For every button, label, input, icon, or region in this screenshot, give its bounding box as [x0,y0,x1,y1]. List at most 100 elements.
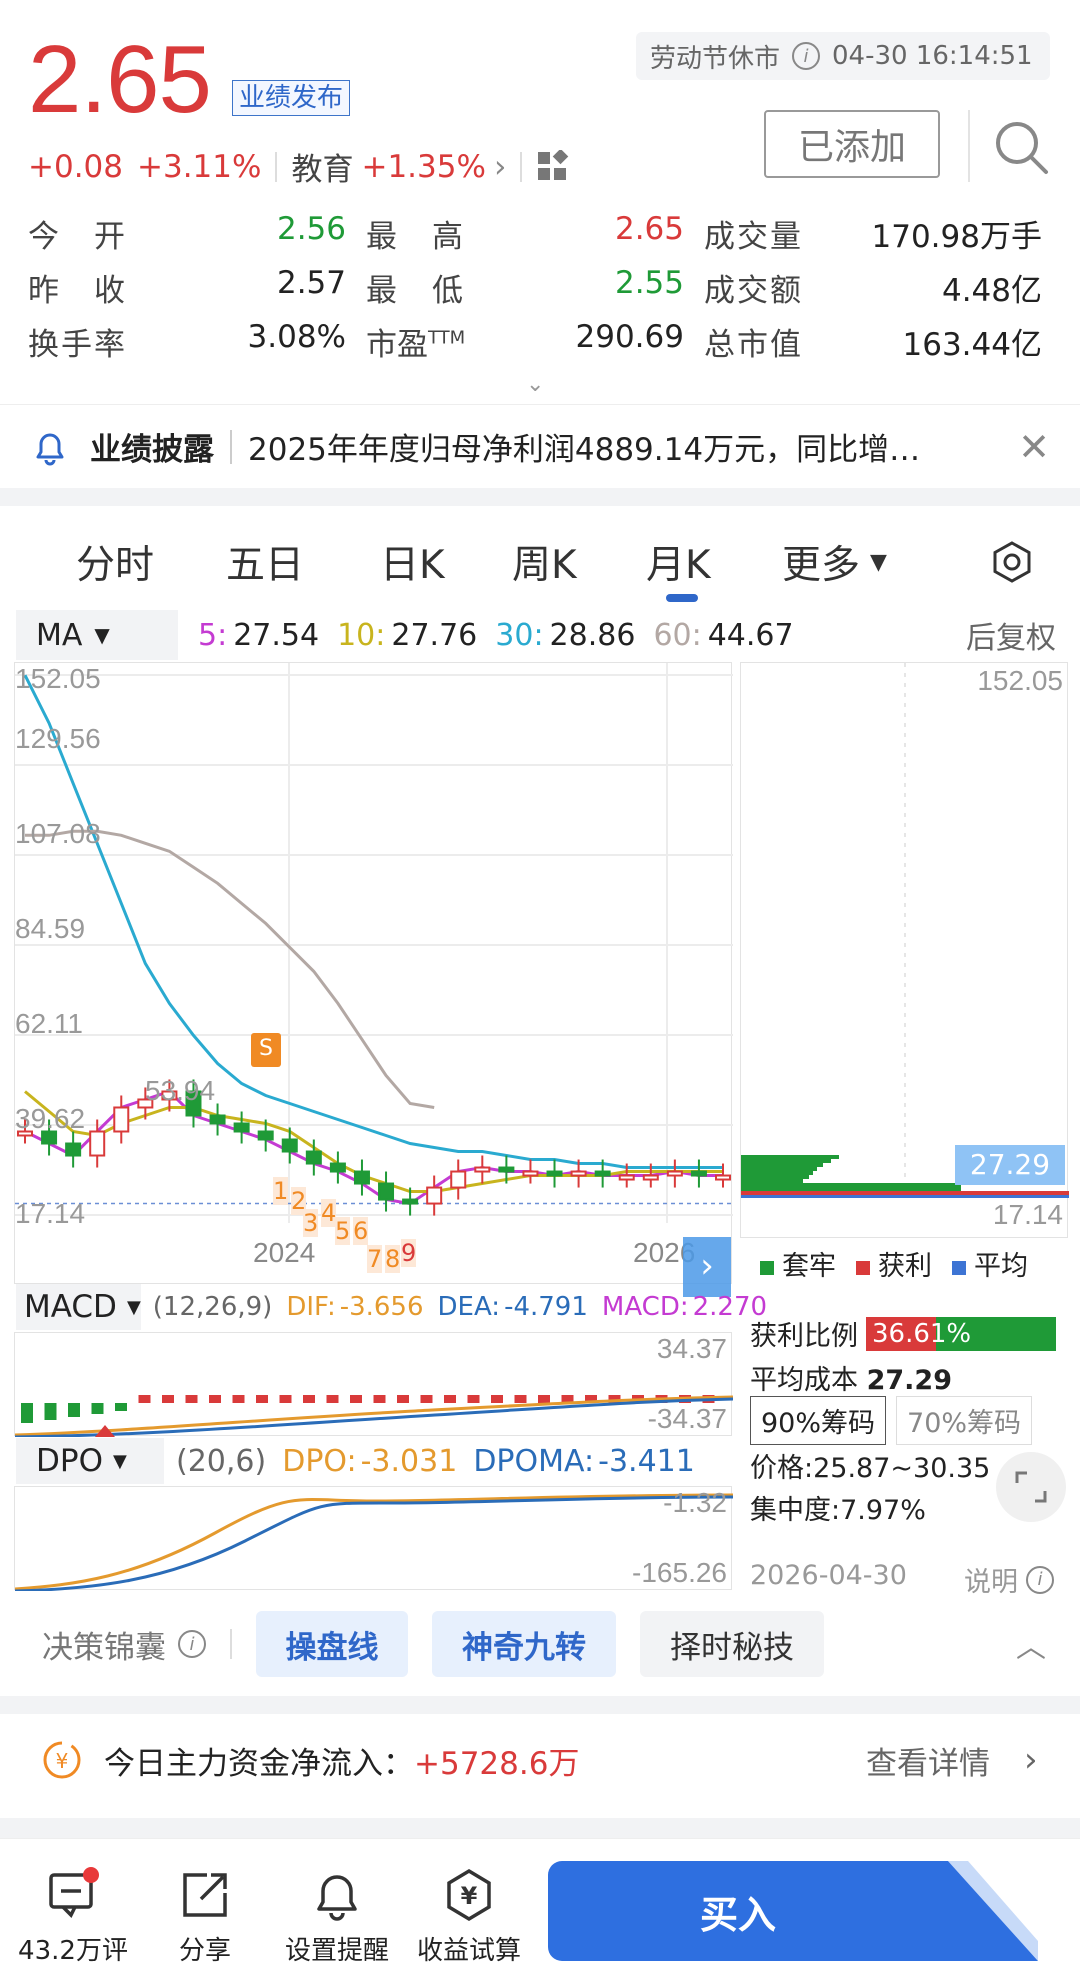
tab-five-day[interactable]: 五日 [226,534,304,590]
grid-apps-icon[interactable] [536,149,570,184]
adjust-mode[interactable]: 后复权 [966,613,1056,657]
candle-body [570,1170,587,1177]
x-tick: 2024 [253,1237,316,1268]
candle-body [594,1170,611,1177]
ma30-value: 28.86 [549,617,636,653]
svg-text:¥: ¥ [461,1882,478,1910]
dif-value: -3.656 [339,1292,424,1322]
info-icon[interactable]: i [792,42,821,70]
money-flow-icon: ¥ [43,1741,81,1779]
expand-chevron-icon[interactable]: ⌄ [526,372,544,397]
macd-bar [68,1403,80,1417]
macd-bar [373,1395,386,1403]
fullscreen-icon[interactable] [996,1452,1066,1522]
current-price: 2.65 [28,26,212,133]
chip-bar-trapped [741,1179,803,1183]
alert-label: 设置提醒 [284,1936,389,1966]
view-detail-link[interactable]: 查看详情 [866,1738,990,1783]
strategy-operate-line[interactable]: 操盘线 [256,1611,408,1677]
explain-link[interactable]: 说明 i [964,1560,1054,1599]
profit-calc-button[interactable]: ¥ 收益试算 [404,1867,534,1967]
share-button[interactable]: 分享 [140,1867,270,1967]
macd-selector[interactable]: MACD ▼ [16,1284,141,1330]
candle-body [209,1114,226,1125]
earnings-badge[interactable]: 业绩发布 [232,80,351,116]
chevron-right-icon: › [493,148,507,185]
stat-item[interactable]: 市盈TTM 290.69 [366,319,704,364]
y-tick: 107.08 [15,818,101,849]
search-icon[interactable] [992,118,1052,178]
stat-value: 3.08% [247,318,346,355]
candle-body [281,1138,298,1153]
chip-price-label: 27.29 [955,1145,1065,1185]
stat-value: 2.55 [614,264,684,301]
added-watchlist-button[interactable]: 已添加 [764,110,940,178]
fund-flow-value: +5728.6万 [414,1745,580,1782]
macd-bar [256,1395,268,1403]
stat-value: 290.69 [575,318,684,355]
comments-label: 43.2万评 [18,1936,128,1966]
chip-90-button[interactable]: 90%筹码 [750,1396,887,1445]
profit-ratio-bar: 36.61% [866,1316,1056,1351]
candle-body [89,1130,106,1157]
strategy-nine-turn[interactable]: 神奇九转 [432,1611,616,1677]
strategy-bar: 决策锦囊 i 操盘线 神奇九转 择时秘技 ︿ [0,1604,1080,1684]
close-icon[interactable]: ✕ [1018,425,1050,469]
stat-label: 换手率 [28,326,127,363]
sector-link[interactable]: 教育 +1.35% › [291,144,506,189]
comments-button[interactable]: 43.2万评 [8,1867,138,1967]
chip-bar-profit [741,1191,1069,1195]
macd-chart[interactable]: 34.37 -34.37 [14,1332,734,1439]
sell-signal-marker[interactable]: S [251,1033,281,1067]
stat-item: 昨 收 2.57 [28,265,366,310]
y-tick: 34.37 [656,1333,727,1364]
stat-value: 2.65 [614,210,684,247]
macd-bar [397,1395,409,1403]
macd-bar [162,1395,174,1403]
fund-flow-row[interactable]: ¥ 今日主力资金净流入： +5728.6万 查看详情 › [0,1714,1080,1806]
stat-value: 2.57 [276,264,346,301]
macd-svg [14,1395,734,1439]
macd-bar [209,1395,221,1403]
stat-item[interactable]: 总市值 163.44亿 [704,319,1042,364]
calc-label: 收益试算 [416,1936,521,1966]
ma30-key: 30: [495,617,544,653]
divider [275,151,278,182]
y-tick: -1.32 [663,1487,727,1518]
kline-chart[interactable]: 152.05 129.56 107.08 84.59 62.11 39.62 1… [14,662,733,1297]
dpo-selector[interactable]: DPO ▼ [16,1438,164,1484]
explain-label: 说明 [964,1567,1018,1598]
tab-more[interactable]: 更多 ▼ [782,534,887,590]
macd-bar [326,1395,339,1403]
chip-70-button[interactable]: 70%筹码 [896,1396,1033,1445]
nine-turn-label: 1 [273,1177,289,1205]
chevron-up-icon[interactable]: ︿ [1016,1622,1046,1666]
tab-weekly-k[interactable]: 周K [512,534,577,590]
macd-bar [303,1395,315,1403]
macd-bar [538,1395,550,1403]
stat-label: 最 高 [366,218,465,255]
y-tick: 129.56 [15,723,101,754]
buy-button[interactable]: 买入 [548,1861,928,1961]
ma-selector[interactable]: MA ▼ [16,610,178,660]
y-tick: 39.62 [15,1103,86,1134]
set-alert-button[interactable]: 设置提醒 [272,1867,402,1967]
ma-legend: MA ▼ 5: 27.54 10: 27.76 30: 28.86 60: 44.67 后… [0,610,1080,660]
tab-intraday[interactable]: 分时 [76,534,154,590]
earnings-notice[interactable]: 业绩披露 2025年年度归母净利润4889.14万元，同比增… ✕ [0,404,1080,488]
dpoma-value: -3.411 [598,1443,695,1479]
candle-body [522,1170,539,1177]
strategy-timing[interactable]: 择时秘技 [640,1611,824,1677]
chip-distribution-chart[interactable]: 152.05 27.29 17.14 [740,662,1069,1238]
dif-key: DIF: [286,1292,336,1322]
candle-body [498,1166,515,1173]
tab-monthly-k[interactable]: 月K [646,534,711,590]
legend-item: 平均 [952,1244,1028,1283]
stat-label: 市盈TTM [366,326,466,363]
tab-daily-k[interactable]: 日K [380,534,445,590]
settings-hex-icon[interactable] [990,540,1034,584]
stat-label: 最 低 [366,272,465,309]
info-icon[interactable]: i [178,1630,206,1658]
macd-bar [185,1395,198,1403]
dpo-chart[interactable]: -1.32 -165.26 [14,1486,734,1593]
